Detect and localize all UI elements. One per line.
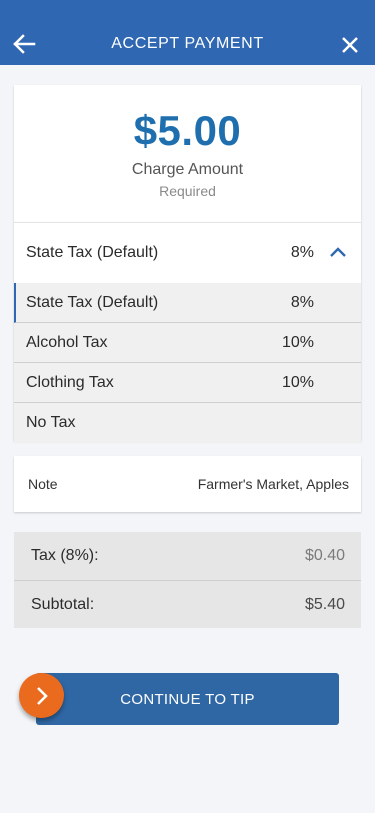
charge-amount-label: Charge Amount [131,161,244,178]
tax-option-clothing[interactable]: Clothing Tax 10% [14,363,361,403]
charge-amount-card[interactable]: $5.00 Charge Amount Required [14,85,361,222]
tax-option-alcohol[interactable]: Alcohol Tax 10% [14,323,361,363]
note-value[interactable]: Farmer's Market, Apples [198,476,349,492]
note-field[interactable]: Note Farmer's Market, Apples [14,456,361,512]
tax-total-value: $0.40 [304,547,345,564]
tax-option-name: Clothing Tax [26,374,114,391]
subtotal-label: Subtotal: [31,596,95,613]
tax-option-name: State Tax (Default) [26,294,159,311]
tax-option-name: Alcohol Tax [26,334,108,351]
tax-option-rate: 10% [281,374,314,391]
tax-dropdown[interactable]: State Tax (Default) 8% [14,223,361,283]
tax-option-none[interactable]: No Tax [14,403,361,443]
tax-option-name: No Tax [26,414,76,431]
totals-panel: Tax (8%): $0.40 Subtotal: $5.40 [14,532,361,628]
selected-tax-name: State Tax (Default) [26,244,159,261]
tax-option-rate: 10% [281,334,314,351]
subtotal-value: $5.40 [304,596,345,613]
close-button[interactable] [337,32,363,58]
page-title: ACCEPT PAYMENT [111,35,264,52]
chevron-up-icon[interactable] [329,245,347,259]
note-label: Note [28,476,58,492]
tax-total-row: Tax (8%): $0.40 [14,532,361,580]
tax-selector: State Tax (Default) 8% State Tax (Defaul… [14,222,361,443]
continue-circle-button[interactable] [19,673,64,718]
selected-tax-rate: 8% [290,244,314,261]
chevron-right-icon [36,686,48,705]
tax-option-rate: 8% [290,294,314,311]
tax-options-list: State Tax (Default) 8% Alcohol Tax 10% C… [14,283,361,443]
tax-total-label: Tax (8%): [31,547,99,564]
tax-option-state[interactable]: State Tax (Default) 8% [14,283,361,323]
close-icon [342,37,358,53]
charge-amount[interactable]: $5.00 [14,85,361,155]
app-header: ACCEPT PAYMENT [0,0,375,65]
subtotal-row: Subtotal: $5.40 [14,580,361,628]
required-label: Required [159,183,216,199]
continue-to-tip-button[interactable]: CONTINUE TO TIP [36,673,339,725]
